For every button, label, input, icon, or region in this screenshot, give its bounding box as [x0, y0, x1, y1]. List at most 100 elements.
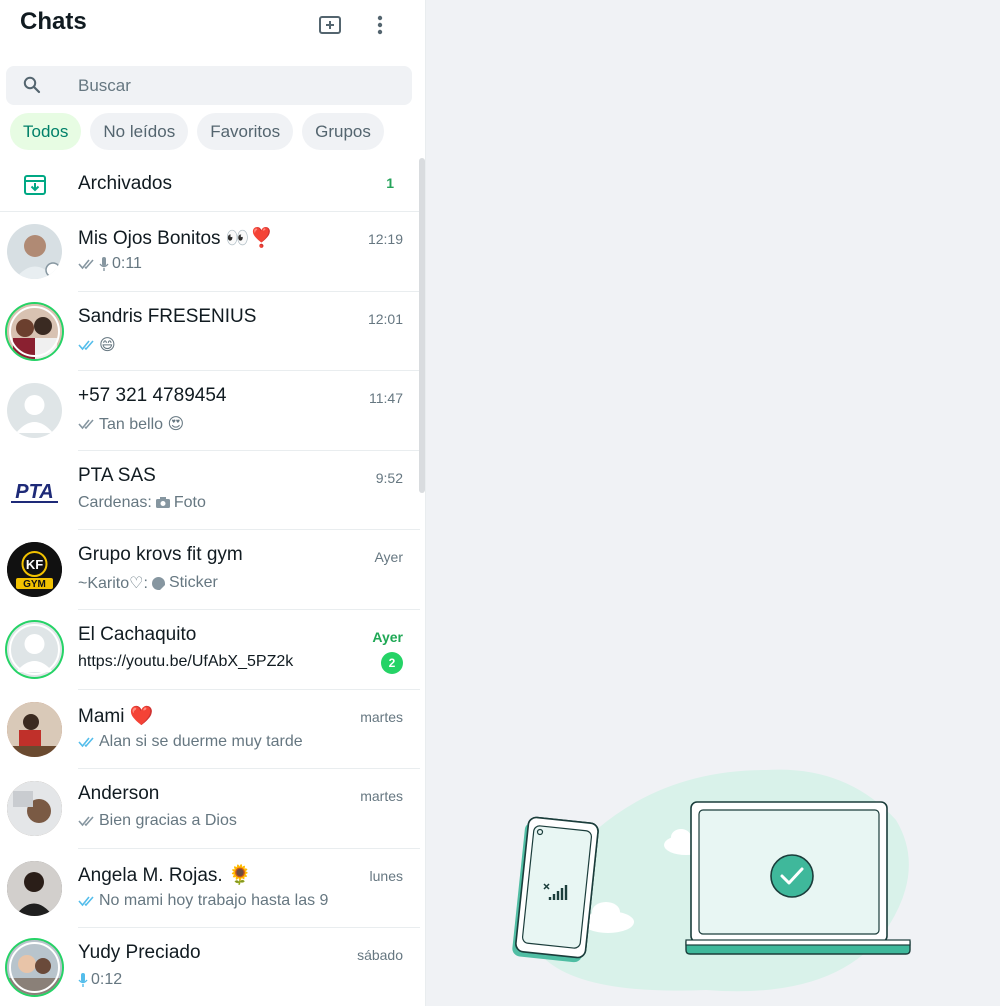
- double-check-blue-icon: [78, 340, 94, 350]
- search-input[interactable]: [78, 66, 398, 105]
- avatar: [7, 621, 62, 677]
- chat-time: Ayer: [372, 628, 403, 645]
- chat-name: Mis Ojos Bonitos 👀❣️: [78, 228, 274, 249]
- gym-logo: KF GYM: [7, 542, 62, 598]
- avatar: KF GYM: [7, 542, 62, 598]
- avatar: [7, 383, 62, 439]
- double-check-icon: [78, 419, 94, 430]
- avatar: PTA: [7, 462, 62, 518]
- chat-preview: Alan si se duerme muy tarde: [78, 733, 303, 751]
- chat-time: Ayer: [374, 549, 403, 566]
- chat-list-header: Chats: [0, 0, 425, 52]
- double-check-icon: [78, 259, 94, 270]
- chat-time: 9:52: [375, 469, 403, 486]
- chat-row[interactable]: Mis Ojos Bonitos 👀❣️ 12:19 0:11: [0, 212, 420, 292]
- chat-row[interactable]: Mami ❤️ martes Alan si se duerme muy tar…: [0, 690, 420, 770]
- archived-label: Archivados: [78, 173, 172, 194]
- chat-time: 12:01: [367, 310, 403, 327]
- chat-time: 12:19: [367, 231, 403, 247]
- chat-row[interactable]: Angela M. Rojas. 🌻 lunes No mami hoy tra…: [0, 849, 420, 929]
- chip-todos[interactable]: Todos: [10, 113, 82, 150]
- camera-icon: [155, 497, 170, 509]
- chat-preview-text: 0:11: [112, 255, 142, 272]
- svg-text:PTA: PTA: [15, 481, 54, 503]
- chat-name: +57 321 4789454: [78, 385, 227, 407]
- chat-preview: 0:12: [78, 971, 122, 989]
- microphone-blue-icon: [78, 973, 88, 988]
- page-title: Chats: [20, 8, 87, 35]
- chat-row[interactable]: KF GYM Grupo krovs fit gym Ayer ~Karito♡…: [0, 530, 420, 610]
- svg-text:KF: KF: [26, 557, 43, 572]
- pta-logo: PTA: [11, 481, 58, 503]
- chat-name: Grupo krovs fit gym: [78, 544, 243, 566]
- laptop-icon: [685, 801, 911, 955]
- chat-time: martes: [360, 788, 403, 805]
- chat-row[interactable]: El Cachaquito Ayer https://youtu.be/UfAb…: [0, 610, 420, 690]
- chat-preview-text: No mami hoy trabajo hasta las 9: [99, 891, 329, 909]
- chat-preview: 0:11: [78, 255, 142, 273]
- chat-preview-sender: ~Karito♡:: [78, 575, 148, 593]
- chat-time: sábado: [357, 947, 403, 964]
- chat-preview-text: Sticker: [168, 574, 218, 592]
- intro-panel: [426, 0, 1000, 1006]
- chip-favoritos[interactable]: Favoritos: [197, 113, 294, 150]
- avatar: [7, 224, 62, 279]
- chip-grupos[interactable]: Grupos: [302, 113, 384, 150]
- chat-name: Sandris FRESENIUS: [78, 305, 257, 327]
- chat-preview-text: 0:12: [91, 971, 123, 989]
- archive-icon: [24, 175, 46, 195]
- avatar: [7, 940, 62, 996]
- chat-preview: Cardenas: Foto: [78, 494, 206, 512]
- chat-name: Yudy Preciado: [78, 942, 201, 964]
- avatar: [7, 303, 62, 359]
- sticker-icon: [151, 576, 165, 590]
- chat-row[interactable]: +57 321 4789454 11:47 Tan bello 😍: [0, 371, 420, 451]
- chat-time: lunes: [369, 867, 403, 884]
- double-check-icon: [78, 816, 94, 827]
- chat-preview-text: Alan si se duerme muy tarde: [99, 732, 303, 750]
- chat-preview-sender: Cardenas:: [78, 493, 152, 511]
- chat-name: PTA SAS: [78, 464, 156, 486]
- chat-list: Archivados 1 Mis Ojos Bonitos 👀❣️ 12:19 …: [0, 159, 420, 1006]
- new-chat-icon: [319, 15, 341, 34]
- chat-name: Mami ❤️: [78, 705, 154, 727]
- svg-text:GYM: GYM: [23, 579, 46, 590]
- chat-preview: Bien gracias a Dios: [78, 812, 237, 830]
- chat-preview: https://youtu.be/UfAbX_5PZ2k: [78, 653, 293, 671]
- double-check-blue-icon: [78, 896, 94, 906]
- chat-row[interactable]: Anderson martes Bien gracias a Dios: [0, 769, 420, 849]
- chat-preview-text: 😄: [99, 336, 116, 354]
- scrollbar[interactable]: [419, 158, 425, 493]
- archived-row[interactable]: Archivados 1: [0, 159, 420, 212]
- chat-row[interactable]: Yudy Preciado sábado 0:12: [0, 928, 420, 1006]
- filter-chips: Todos No leídos Favoritos Grupos: [10, 113, 384, 150]
- chat-list-panel: Chats Todos No leídos Favoritos Grupos: [0, 0, 426, 1006]
- phone-icon: [512, 816, 599, 963]
- chat-name: Anderson: [78, 783, 160, 805]
- chip-no-leidos[interactable]: No leídos: [90, 113, 189, 150]
- unread-badge: 2: [381, 651, 403, 674]
- search-icon: [23, 76, 41, 94]
- more-vertical-icon: [377, 15, 383, 35]
- avatar: [7, 781, 62, 837]
- chat-time: martes: [360, 708, 403, 725]
- microphone-icon: [99, 257, 109, 271]
- avatar: [7, 860, 62, 916]
- chat-preview: 😄: [78, 335, 116, 355]
- chat-preview-text: Foto: [173, 493, 206, 511]
- default-avatar-icon: [16, 633, 53, 672]
- devices-illustration: [512, 769, 911, 992]
- chat-preview: No mami hoy trabajo hasta las 9: [78, 892, 328, 910]
- default-avatar-icon: [16, 395, 53, 434]
- chat-preview-text: Tan bello 😍: [99, 416, 185, 434]
- chat-name: Angela M. Rojas. 🌻: [78, 864, 252, 886]
- avatar: [7, 701, 62, 757]
- chat-row[interactable]: PTA PTA SAS 9:52 Cardenas: Foto: [0, 451, 420, 531]
- double-check-blue-icon: [78, 737, 94, 747]
- archived-count: 1: [386, 175, 394, 191]
- new-chat-button[interactable]: [316, 10, 346, 40]
- chat-name: El Cachaquito: [78, 623, 197, 645]
- chat-row[interactable]: Sandris FRESENIUS 12:01 😄: [0, 292, 420, 372]
- chat-preview: ~Karito♡: Sticker: [78, 573, 218, 593]
- menu-button[interactable]: [365, 10, 395, 40]
